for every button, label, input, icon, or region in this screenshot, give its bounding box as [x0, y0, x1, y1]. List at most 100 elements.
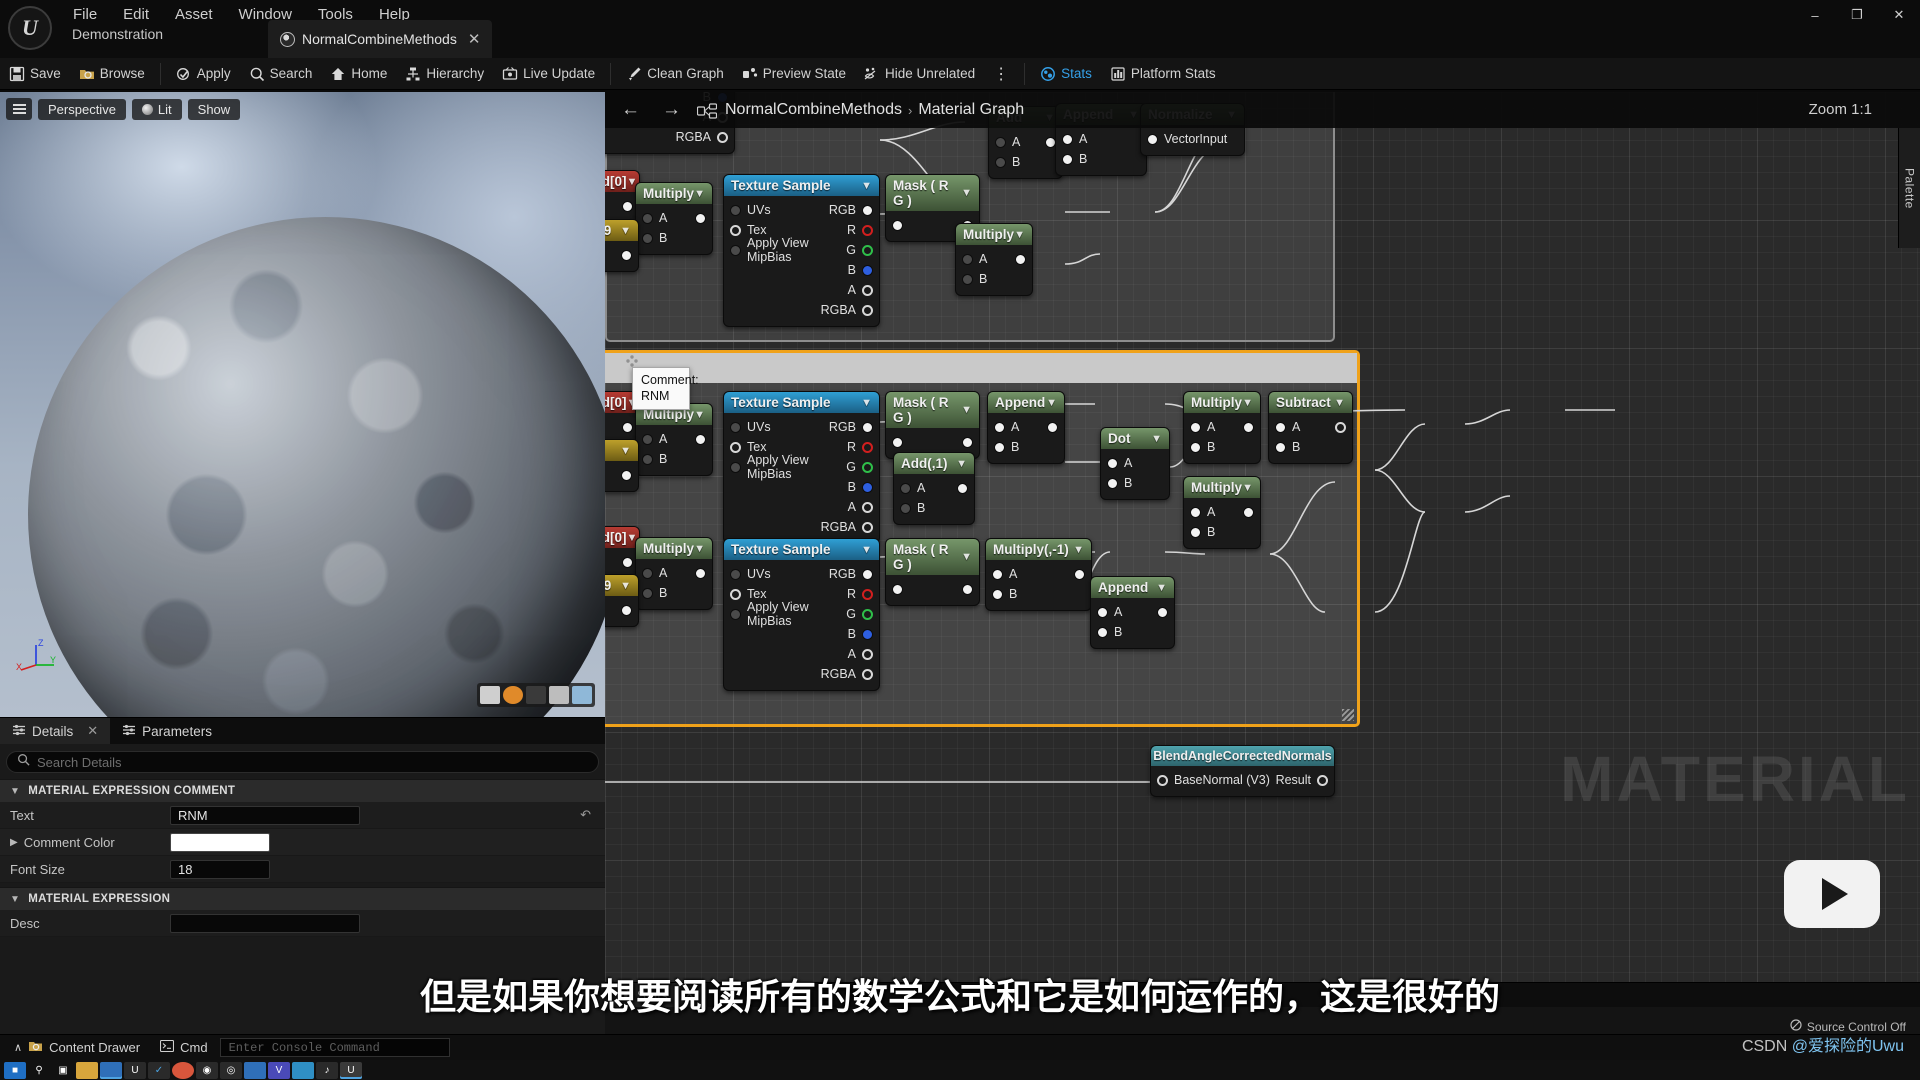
- pin-row[interactable]: A: [956, 249, 1032, 269]
- input-pin-tex[interactable]: [730, 441, 741, 453]
- viewport-display-mode-bar[interactable]: [477, 683, 595, 707]
- pin-row[interactable]: A: [1056, 129, 1146, 149]
- chevron-right-icon[interactable]: ▶: [10, 837, 18, 848]
- pin-row[interactable]: B: [956, 269, 1032, 289]
- pin-row[interactable]: Apply View MipBias G: [724, 236, 879, 264]
- output-pin[interactable]: [695, 567, 706, 579]
- output-pin[interactable]: [1335, 421, 1346, 433]
- pin-row[interactable]: A: [636, 208, 712, 228]
- node-header[interactable]: Multiply(,-1) ▼: [986, 539, 1091, 560]
- input-pin-mipbias[interactable]: [730, 608, 741, 620]
- output-pin[interactable]: [957, 482, 968, 494]
- pin-row[interactable]: B: [986, 584, 1091, 604]
- output-pin[interactable]: [1047, 421, 1058, 433]
- output-pin-r[interactable]: [862, 441, 873, 453]
- chevron-down-icon[interactable]: ▼: [694, 543, 705, 555]
- input-pin-a[interactable]: [994, 421, 1005, 433]
- unreal-engine-logo-icon[interactable]: U: [8, 6, 52, 50]
- pin-row[interactable]: RGBA: [605, 127, 734, 147]
- property-row-font-size[interactable]: Font Size 18: [0, 856, 605, 883]
- reset-to-default-icon[interactable]: ↶: [580, 807, 591, 823]
- chevron-down-icon[interactable]: ▼: [1073, 544, 1084, 556]
- breadcrumb-asset[interactable]: NormalCombineMethods: [725, 101, 902, 119]
- property-row-text[interactable]: Text RNM ↶: [0, 802, 605, 829]
- hierarchy-button[interactable]: Hierarchy: [396, 59, 493, 89]
- pin-row[interactable]: A: [988, 417, 1064, 437]
- chevron-down-icon[interactable]: ▼: [620, 580, 631, 592]
- mode-plane-icon[interactable]: [526, 686, 546, 704]
- app-icon-2[interactable]: ◉: [196, 1061, 218, 1079]
- content-drawer-button[interactable]: ∧ Content Drawer: [6, 1037, 148, 1059]
- node-header[interactable]: Append ▼: [1091, 577, 1174, 598]
- viewport-menu-icon[interactable]: [6, 98, 32, 120]
- output-pin-rgba[interactable]: [862, 304, 873, 316]
- desc-input[interactable]: [170, 913, 360, 933]
- chevron-down-icon[interactable]: ▼: [1156, 582, 1167, 594]
- unreal-taskbar-icon-2[interactable]: U: [340, 1061, 362, 1079]
- task-view-icon[interactable]: ▣: [52, 1062, 74, 1079]
- window-close-button[interactable]: ✕: [1878, 0, 1920, 30]
- node-header[interactable]: Add(,1) ▼: [894, 453, 974, 474]
- node-rnm-multiply-neg1[interactable]: Multiply(,-1) ▼ A B: [985, 538, 1092, 611]
- output-pin-result[interactable]: [1317, 774, 1328, 786]
- viewport-perspective-button[interactable]: Perspective: [38, 98, 126, 120]
- input-pin-b[interactable]: [1190, 441, 1201, 453]
- chevron-down-icon[interactable]: ▼: [694, 409, 705, 421]
- input-pin-b[interactable]: [642, 232, 653, 244]
- input-pin-basenormal[interactable]: [1157, 774, 1168, 786]
- details-search-box[interactable]: [6, 751, 599, 773]
- input-pin-mipbias[interactable]: [730, 244, 741, 256]
- node-header[interactable]: TexCoord[0]▼: [605, 527, 639, 548]
- font-size-input[interactable]: 18: [170, 859, 270, 879]
- pin-row[interactable]: BaseNormal (V3) Result: [1151, 770, 1334, 790]
- pin-row[interactable]: A: [1184, 502, 1260, 522]
- property-row-comment-color[interactable]: ▶ Comment Color: [0, 829, 605, 856]
- pin-row[interactable]: A: [724, 497, 879, 517]
- comment-resize-handle[interactable]: [1342, 709, 1354, 721]
- pin-row[interactable]: B: [1184, 437, 1260, 457]
- material-graph-canvas[interactable]: RNM: [605, 92, 1920, 982]
- pin-row[interactable]: B: [1269, 437, 1352, 457]
- output-pin[interactable]: [621, 604, 632, 616]
- chevron-down-icon[interactable]: ▼: [620, 225, 631, 237]
- minimize-button[interactable]: –: [1794, 0, 1836, 30]
- chrome-icon[interactable]: [172, 1061, 194, 1079]
- input-pin[interactable]: [892, 583, 903, 595]
- output-pin-r[interactable]: [862, 588, 873, 600]
- input-pin-b[interactable]: [1062, 153, 1073, 165]
- pin-row[interactable]: A: [894, 478, 974, 498]
- output-pin-a[interactable]: [862, 648, 873, 660]
- pin-row[interactable]: A: [986, 564, 1091, 584]
- back-button[interactable]: ←: [615, 99, 646, 121]
- clean-graph-button[interactable]: Clean Graph: [617, 59, 733, 89]
- node-rnm-multiply-4[interactable]: Multiply ▼ A B: [635, 537, 713, 610]
- youtube-play-badge[interactable]: [1784, 860, 1880, 928]
- app-icon-1[interactable]: [100, 1061, 122, 1079]
- node-header[interactable]: Texture Sample ▼: [724, 539, 879, 560]
- chevron-down-icon[interactable]: ▼: [1014, 229, 1025, 241]
- input-pin-mipbias[interactable]: [730, 461, 741, 473]
- app-icon-5[interactable]: V: [268, 1061, 290, 1079]
- node-header[interactable]: Multiply ▼: [1184, 477, 1260, 498]
- output-pin-rgb[interactable]: [862, 568, 873, 580]
- close-icon[interactable]: ✕: [87, 723, 98, 739]
- cmd-button[interactable]: Cmd: [152, 1037, 215, 1059]
- output-pin-g[interactable]: [862, 608, 873, 620]
- output-pin[interactable]: [962, 583, 973, 595]
- pin-row[interactable]: B: [636, 449, 712, 469]
- input-pin-b[interactable]: [995, 156, 1006, 168]
- section-material-expression-comment[interactable]: ▼ MATERIAL EXPRESSION COMMENT: [0, 779, 605, 802]
- apply-button[interactable]: Apply: [167, 59, 240, 89]
- node-header[interactable]: TexCoord[0]▼: [605, 171, 639, 192]
- output-pin[interactable]: [695, 212, 706, 224]
- chevron-down-icon[interactable]: ▼: [10, 894, 20, 905]
- pin-row[interactable]: [605, 196, 639, 216]
- pin-row[interactable]: [886, 432, 979, 452]
- output-pin[interactable]: [621, 249, 632, 261]
- input-pin-uvs[interactable]: [730, 421, 741, 433]
- comment-title[interactable]: RNM: [605, 353, 1357, 383]
- pin-row[interactable]: Apply View MipBias G: [724, 453, 879, 481]
- pin-row[interactable]: [605, 600, 638, 620]
- output-pin-r[interactable]: [862, 224, 873, 236]
- pin-row[interactable]: UVs RGB: [724, 417, 879, 437]
